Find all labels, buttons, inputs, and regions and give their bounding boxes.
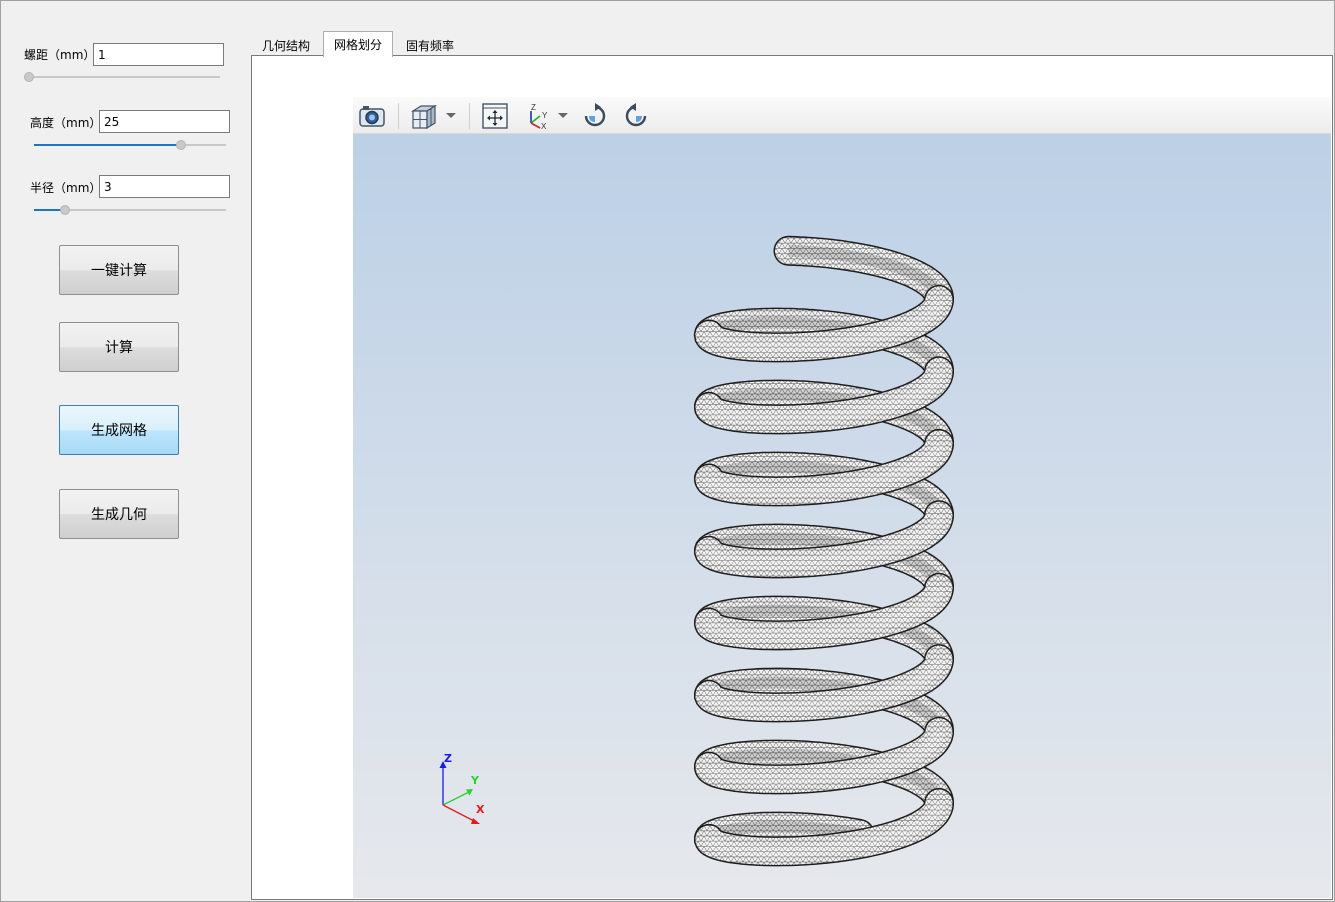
one-click-compute-button[interactable]: 一键计算 xyxy=(59,245,179,295)
generate-geometry-button[interactable]: 生成几何 xyxy=(59,489,179,539)
view-cube-icon[interactable] xyxy=(409,101,439,131)
height-slider-thumb[interactable] xyxy=(176,140,186,150)
pitch-slider[interactable] xyxy=(24,71,220,83)
fit-all-icon[interactable] xyxy=(480,101,510,131)
radius-slider-thumb[interactable] xyxy=(60,205,70,215)
tab-mesh[interactable]: 网格划分 xyxy=(323,31,394,57)
axes-orientation-icon[interactable]: Z Y X xyxy=(523,101,553,131)
generate-mesh-button[interactable]: 生成网格 xyxy=(59,405,179,455)
axes-dropdown-icon[interactable] xyxy=(558,113,568,118)
axis-x-label: X xyxy=(476,803,485,816)
camera-icon[interactable] xyxy=(357,101,387,131)
3d-scene[interactable]: Z Y X xyxy=(353,134,1331,898)
view-cube-dropdown-icon[interactable] xyxy=(446,113,456,118)
pitch-label: 螺距（mm） xyxy=(24,48,96,62)
mesh-spring-model xyxy=(693,235,954,867)
axis-y-label: Y xyxy=(471,774,479,787)
3d-viewer: Z Y X Z Y X xyxy=(353,97,1331,898)
pitch-slider-thumb[interactable] xyxy=(24,72,34,82)
radius-label: 半径（mm） xyxy=(30,181,102,195)
rotate-ccw-icon[interactable] xyxy=(621,101,651,131)
height-label: 高度（mm） xyxy=(30,116,102,130)
radius-slider[interactable] xyxy=(34,204,226,216)
pitch-input[interactable] xyxy=(93,43,224,66)
viewer-toolbar: Z Y X xyxy=(353,97,1331,134)
tab-natural-frequency[interactable]: 固有频率 xyxy=(396,33,464,56)
svg-text:X: X xyxy=(541,122,547,131)
radius-input[interactable] xyxy=(99,175,230,198)
compute-button[interactable]: 计算 xyxy=(59,322,179,372)
height-input[interactable] xyxy=(99,110,230,133)
rotate-cw-icon[interactable] xyxy=(580,101,610,131)
height-slider[interactable] xyxy=(34,139,226,151)
svg-text:Y: Y xyxy=(542,111,548,120)
svg-text:Z: Z xyxy=(531,103,536,112)
tab-geometry[interactable]: 几何结构 xyxy=(252,33,320,56)
axis-triad: Z Y X xyxy=(433,752,493,829)
axis-z-label: Z xyxy=(444,752,452,765)
